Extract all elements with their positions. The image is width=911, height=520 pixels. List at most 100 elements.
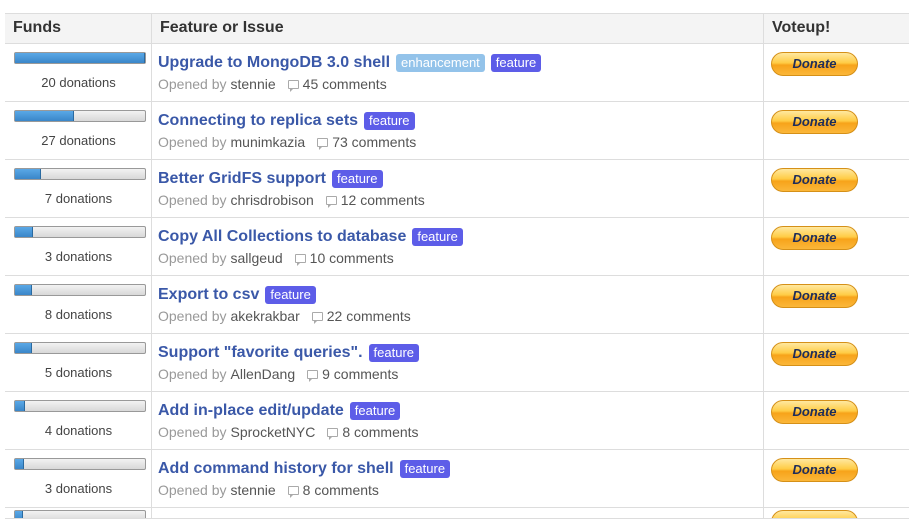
- feature-cell: Export to csv feature Opened by akekrakb…: [152, 276, 764, 333]
- donation-count: 4 donations: [44, 423, 113, 438]
- table-row: 3 donations Add command history for shel…: [5, 450, 909, 508]
- funding-progress-bar: [14, 342, 146, 354]
- issue-author[interactable]: akekrakbar: [231, 308, 300, 324]
- issue-author[interactable]: SprocketNYC: [231, 424, 316, 440]
- donation-count: 7 donations: [44, 191, 113, 206]
- feature-cell: Upgrade to MongoDB 3.0 shell enhancement…: [152, 44, 764, 101]
- donate-button[interactable]: Donate: [771, 52, 858, 76]
- feature-cell: Add in-place edit/update feature Opened …: [152, 392, 764, 449]
- tag-badge-feature[interactable]: feature: [399, 459, 451, 478]
- voteup-cell: Donate: [764, 44, 909, 101]
- funds-cell: 3 donations: [5, 218, 152, 275]
- funds-cell: 20 donations: [5, 44, 152, 101]
- funding-progress-fill: [15, 401, 26, 411]
- feature-cell: Copy All Collections to database feature…: [152, 218, 764, 275]
- voteup-cell: Donate: [764, 392, 909, 449]
- donate-button[interactable]: Donate: [771, 284, 858, 308]
- voteup-cell: Donate: [764, 276, 909, 333]
- funding-table: Funds Feature or Issue Voteup! 20 donati…: [5, 13, 909, 519]
- table-row: 27 donations Connecting to replica sets …: [5, 102, 909, 160]
- feature-cell: Connecting to replica sets feature Opene…: [152, 102, 764, 159]
- feature-cell: Add command history for shell feature Op…: [152, 450, 764, 507]
- funds-cell: 7 donations: [5, 160, 152, 217]
- table-row: 20 donations Upgrade to MongoDB 3.0 shel…: [5, 44, 909, 102]
- donation-count: 5 donations: [44, 365, 113, 380]
- issue-meta: Opened by stennie 45 comments: [158, 76, 763, 92]
- comment-count[interactable]: 73 comments: [332, 134, 416, 150]
- funding-progress-bar: [14, 400, 146, 412]
- donation-count: 3 donations: [44, 249, 113, 264]
- issue-title-link[interactable]: Add in-place edit/update: [158, 402, 344, 420]
- issue-title-link[interactable]: Add command history for shell: [158, 460, 394, 478]
- feature-header: Feature or Issue: [152, 14, 764, 43]
- issue-meta: Opened by sallgeud 10 comments: [158, 250, 763, 266]
- comment-icon: [294, 253, 306, 266]
- issue-title-link[interactable]: Support "favorite queries".: [158, 344, 363, 362]
- issue-author[interactable]: sallgeud: [231, 250, 283, 266]
- comment-count[interactable]: 10 comments: [310, 250, 394, 266]
- funding-progress-bar: [14, 110, 146, 122]
- issue-meta: Opened by AllenDang 9 comments: [158, 366, 763, 382]
- table-body: 20 donations Upgrade to MongoDB 3.0 shel…: [5, 44, 909, 508]
- tag-badge-feature[interactable]: feature: [412, 227, 463, 246]
- tag-badge-feature[interactable]: feature: [332, 169, 383, 188]
- table-row: 5 donations Support "favorite queries". …: [5, 334, 909, 392]
- opened-by-label: Opened by: [158, 308, 227, 324]
- tag-badge-feature[interactable]: feature: [265, 285, 316, 304]
- opened-by-label: Opened by: [158, 134, 227, 150]
- voteup-cell: Donate: [764, 334, 909, 391]
- issue-author[interactable]: chrisdrobison: [231, 192, 314, 208]
- donate-button[interactable]: Donate: [771, 226, 858, 250]
- donate-button[interactable]: Donate: [771, 400, 858, 424]
- donate-button[interactable]: Donate: [771, 168, 858, 192]
- tag-badge-feature[interactable]: feature: [490, 53, 542, 72]
- issue-title-link[interactable]: Copy All Collections to database: [158, 228, 406, 246]
- funding-progress-fill: [15, 169, 41, 179]
- issue-author[interactable]: stennie: [231, 76, 276, 92]
- issue-meta: Opened by munimkazia 73 comments: [158, 134, 763, 150]
- issue-author[interactable]: stennie: [231, 482, 276, 498]
- comment-icon: [325, 195, 337, 208]
- comment-count[interactable]: 8 comments: [303, 482, 379, 498]
- funding-progress-fill: [15, 227, 34, 237]
- funds-cell: 5 donations: [5, 334, 152, 391]
- feature-cell: Support "favorite queries". feature Open…: [152, 334, 764, 391]
- issue-author[interactable]: AllenDang: [231, 366, 296, 382]
- donation-count: 20 donations: [41, 75, 116, 90]
- table-row-partial: [5, 508, 909, 519]
- comment-count[interactable]: 45 comments: [303, 76, 387, 92]
- feature-cell: Better GridFS support feature Opened by …: [152, 160, 764, 217]
- opened-by-label: Opened by: [158, 250, 227, 266]
- tag-badge-feature[interactable]: feature: [349, 401, 401, 420]
- voteup-cell: Donate: [764, 102, 909, 159]
- donate-button[interactable]: Donate: [771, 458, 858, 482]
- issue-meta: Opened by SprocketNYC 8 comments: [158, 424, 763, 440]
- tag-badge-feature[interactable]: feature: [364, 111, 415, 130]
- funds-cell: 4 donations: [5, 392, 152, 449]
- table-header: Funds Feature or Issue Voteup!: [5, 13, 909, 44]
- funds-header: Funds: [5, 14, 152, 43]
- funding-progress-fill: [15, 111, 74, 121]
- funding-progress-bar: [14, 458, 146, 470]
- issue-title-link[interactable]: Better GridFS support: [158, 170, 326, 188]
- tag-badge-feature[interactable]: feature: [368, 343, 420, 362]
- opened-by-label: Opened by: [158, 366, 227, 382]
- comment-count[interactable]: 8 comments: [342, 424, 418, 440]
- tag-badge-enhancement[interactable]: enhancement: [396, 53, 485, 72]
- issue-meta: Opened by chrisdrobison 12 comments: [158, 192, 763, 208]
- comment-count[interactable]: 12 comments: [341, 192, 425, 208]
- donate-button[interactable]: Donate: [771, 110, 858, 134]
- comment-count[interactable]: 22 comments: [327, 308, 411, 324]
- issue-title-link[interactable]: Export to csv: [158, 286, 259, 304]
- comment-count[interactable]: 9 comments: [322, 366, 398, 382]
- donate-button[interactable]: Donate: [771, 342, 858, 366]
- issue-title-link[interactable]: Connecting to replica sets: [158, 112, 358, 130]
- issue-title-link[interactable]: Upgrade to MongoDB 3.0 shell: [158, 54, 390, 72]
- donation-count: 8 donations: [44, 307, 113, 322]
- donation-count: 3 donations: [44, 481, 113, 496]
- issue-author[interactable]: munimkazia: [231, 134, 306, 150]
- funds-cell: 8 donations: [5, 276, 152, 333]
- funding-progress-fill: [15, 53, 145, 63]
- funding-progress-bar: [14, 284, 146, 296]
- funds-cell: 27 donations: [5, 102, 152, 159]
